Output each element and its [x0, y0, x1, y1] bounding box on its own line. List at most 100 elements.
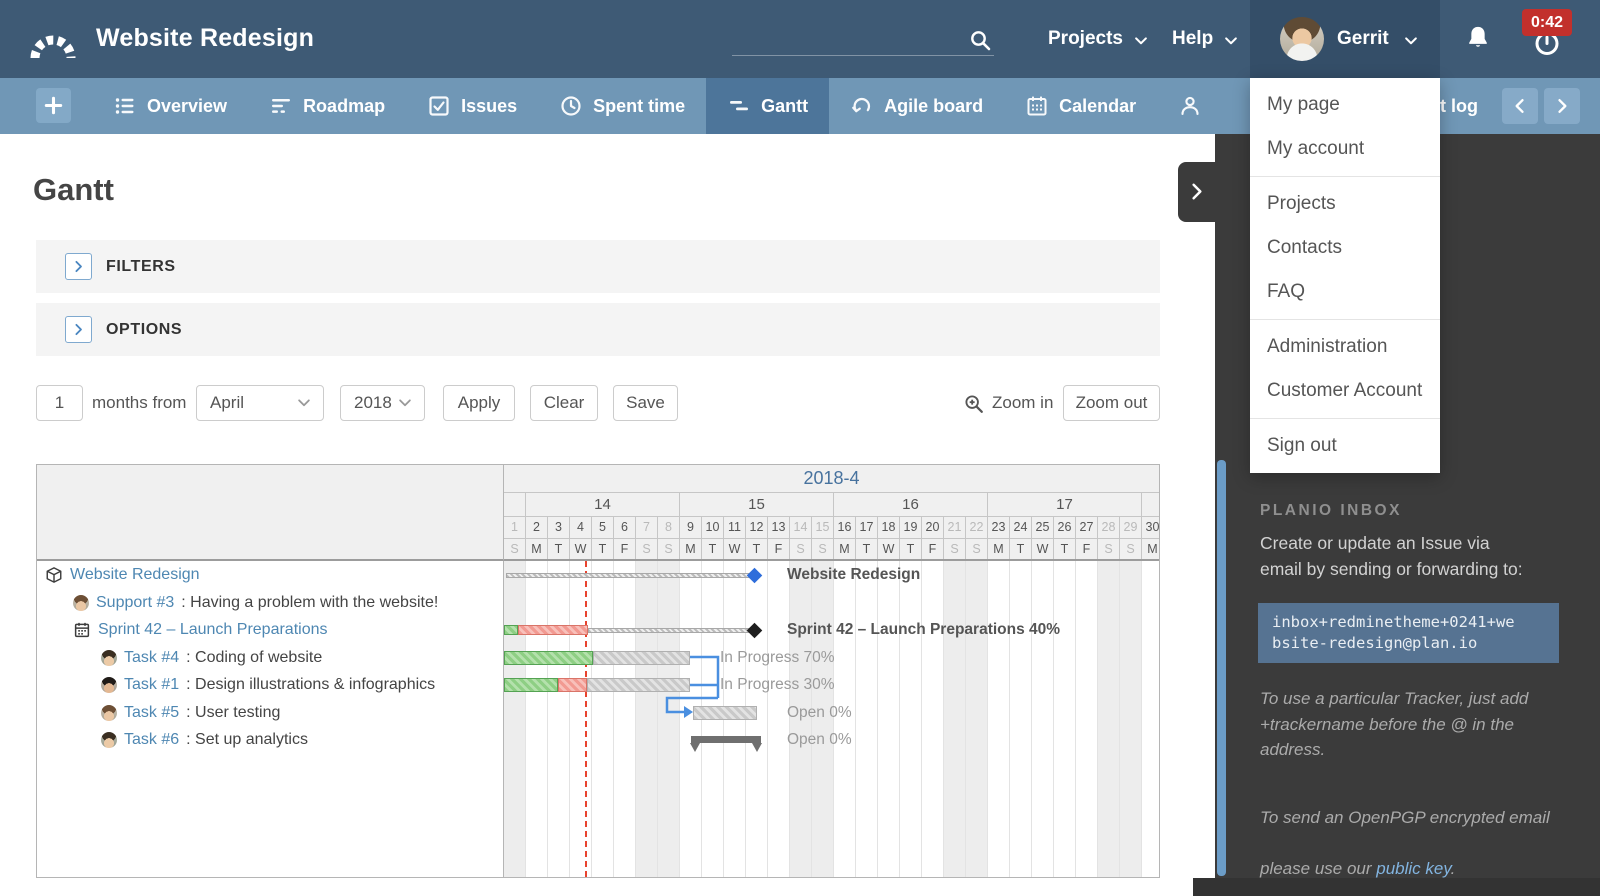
- week-cell: [1142, 493, 1159, 516]
- tab-roadmap[interactable]: Roadmap: [248, 78, 406, 134]
- menu-item-sign-out[interactable]: Sign out: [1250, 424, 1440, 468]
- search-input[interactable]: [732, 26, 960, 54]
- month-select[interactable]: April: [196, 385, 324, 421]
- top-navbar: Website Redesign Projects Help Gerrit 0:…: [0, 0, 1600, 78]
- tab-person[interactable]: [1157, 78, 1223, 134]
- task-link[interactable]: Support #3: [96, 594, 174, 612]
- day-cell: 16: [834, 517, 856, 538]
- task-row-task-6: Task #6: Set up analytics: [37, 726, 504, 754]
- tab-agile-board[interactable]: Agile board: [829, 78, 1004, 134]
- calendar-icon: [1025, 94, 1049, 118]
- menu-item-customer-account[interactable]: Customer Account: [1250, 369, 1440, 413]
- apply-button[interactable]: Apply: [443, 385, 515, 421]
- weekday-cell: T: [1010, 539, 1032, 559]
- gantt-bar-label: Website Redesign: [787, 561, 920, 589]
- chevron-down-icon: [1222, 32, 1240, 50]
- week-cell: 15: [680, 493, 834, 516]
- menu-item-administration[interactable]: Administration: [1250, 325, 1440, 369]
- tab-issues[interactable]: Issues: [406, 78, 538, 134]
- gantt-bar-label: Sprint 42 – Launch Preparations 40%: [787, 616, 1060, 644]
- sidebar-scrollbar[interactable]: [1217, 460, 1226, 876]
- gantt-table: Website Redesign Support #3: Having a pro…: [36, 464, 1160, 878]
- save-button[interactable]: Save: [613, 385, 678, 421]
- planio-logo[interactable]: [28, 16, 78, 62]
- weekday-cell: S: [790, 539, 812, 559]
- task-row-support-3: Support #3: Having a problem with the we…: [37, 589, 504, 617]
- global-search: [732, 26, 994, 56]
- menu-item-my-account[interactable]: My account: [1250, 127, 1440, 171]
- day-cell: 24: [1010, 517, 1032, 538]
- options-expand-icon[interactable]: [65, 316, 92, 343]
- weekday-cell: W: [724, 539, 746, 559]
- tab-label: Agile board: [884, 96, 983, 117]
- inbox-email-address: inbox+redminetheme+0241+we bsite-redesig…: [1258, 603, 1559, 663]
- months-count-input[interactable]: [36, 385, 83, 421]
- task-link[interactable]: Task #5: [124, 704, 179, 722]
- day-cell: 1: [504, 517, 526, 538]
- zoom-in-link[interactable]: Zoom in: [963, 385, 1053, 421]
- day-cell: 21: [944, 517, 966, 538]
- tabs-scroll-right-button[interactable]: [1544, 88, 1580, 124]
- filters-accordion[interactable]: FILTERS: [36, 240, 1160, 293]
- tab-gantt[interactable]: Gantt: [706, 78, 829, 134]
- day-cell: 4: [570, 517, 592, 538]
- menu-divider: [1250, 418, 1440, 419]
- menu-item-contacts[interactable]: Contacts: [1250, 226, 1440, 270]
- chevron-down-icon: [1402, 32, 1420, 50]
- weekday-cell: T: [548, 539, 570, 559]
- search-icon[interactable]: [968, 28, 992, 52]
- gantt-weekday-row: SMTWTFSSMTWTFSSMTWTFSSMTWTFSSM: [504, 539, 1159, 561]
- user-menu-trigger[interactable]: Gerrit: [1250, 0, 1440, 78]
- filters-label: FILTERS: [106, 258, 176, 276]
- task-row-task-5: Task #5: User testing: [37, 699, 504, 727]
- nav-help-menu[interactable]: Help: [1172, 0, 1240, 78]
- page-title: Gantt: [33, 172, 114, 208]
- weekday-cell: S: [636, 539, 658, 559]
- public-key-link[interactable]: public key: [1376, 859, 1450, 878]
- menu-item-faq[interactable]: FAQ: [1250, 270, 1440, 314]
- day-cell: 15: [812, 517, 834, 538]
- options-accordion[interactable]: OPTIONS: [36, 303, 1160, 356]
- day-cell: 23: [988, 517, 1010, 538]
- zoom-out-button[interactable]: Zoom out: [1063, 385, 1160, 421]
- nav-projects-label: Projects: [1048, 28, 1123, 50]
- weekday-cell: M: [988, 539, 1010, 559]
- tab-overview[interactable]: Overview: [92, 78, 248, 134]
- nav-projects-menu[interactable]: Projects: [1048, 0, 1150, 78]
- weekday-cell: W: [878, 539, 900, 559]
- year-select-value: 2018: [354, 393, 392, 413]
- task-link[interactable]: Task #1: [124, 676, 179, 694]
- day-cell: 6: [614, 517, 636, 538]
- weekday-cell: M: [680, 539, 702, 559]
- task-link[interactable]: Sprint 42 – Launch Preparations: [98, 621, 327, 639]
- project-tabs: OverviewRoadmapIssues Spent time Gantt Agil…: [92, 78, 1223, 134]
- filters-expand-icon[interactable]: [65, 253, 92, 280]
- menu-item-projects[interactable]: Projects: [1250, 182, 1440, 226]
- tab-calendar[interactable]: Calendar: [1004, 78, 1157, 134]
- tab-spent-time[interactable]: Spent time: [538, 78, 706, 134]
- sidebar-toggle-button[interactable]: [1178, 162, 1215, 222]
- tab-overflow-partial[interactable]: t log: [1440, 78, 1478, 134]
- notifications-bell-icon[interactable]: [1464, 24, 1492, 54]
- weekday-cell: S: [1098, 539, 1120, 559]
- weekday-cell: T: [702, 539, 724, 559]
- year-select[interactable]: 2018: [340, 385, 425, 421]
- tab-label: Spent time: [593, 96, 685, 117]
- tabs-scroll-left-button[interactable]: [1502, 88, 1538, 124]
- menu-item-my-page[interactable]: My page: [1250, 83, 1440, 127]
- assignee-avatar: [101, 650, 117, 666]
- day-cell: 2: [526, 517, 548, 538]
- zoom-in-icon: [963, 392, 985, 414]
- task-link[interactable]: Task #6: [124, 731, 179, 749]
- project-title: Website Redesign: [96, 24, 314, 53]
- day-cell: 10: [702, 517, 724, 538]
- issues-icon: [427, 94, 451, 118]
- task-row-sprint-42-launch-preparations: Sprint 42 – Launch Preparations: [37, 616, 504, 644]
- task-link[interactable]: Website Redesign: [70, 566, 200, 584]
- add-button[interactable]: [36, 88, 71, 123]
- timer-badge[interactable]: 0:42: [1522, 9, 1572, 36]
- clear-button[interactable]: Clear: [530, 385, 598, 421]
- task-row-task-1: Task #1: Design illustrations & infograp…: [37, 671, 504, 699]
- task-link[interactable]: Task #4: [124, 649, 179, 667]
- sidebar-footer: [1193, 878, 1600, 896]
